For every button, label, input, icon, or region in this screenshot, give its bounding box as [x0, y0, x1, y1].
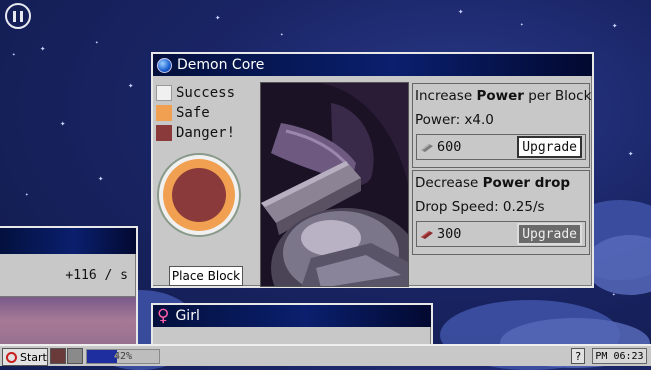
legend-label: Safe	[176, 105, 210, 121]
pause-button[interactable]	[5, 3, 31, 29]
star-decoration: ✦	[40, 44, 46, 54]
window-title: Demon Core	[177, 57, 265, 73]
target-safe-ring	[163, 159, 235, 231]
orb-icon	[157, 57, 172, 73]
demon-core-window: Demon Core Success Safe Danger! Place Bl…	[151, 52, 594, 288]
star-decoration: ✦	[520, 21, 524, 28]
legend-item-success: Success	[156, 83, 235, 103]
female-symbol-icon: ♀	[157, 306, 170, 326]
power-upgrade-panel: Increase Power per Block Power: x4.0 600…	[412, 83, 592, 168]
drop-upgrade-title: Decrease Power drop	[415, 175, 571, 191]
drop-upgrade-shop: 300 Upgrade	[416, 221, 586, 247]
target-danger-core	[172, 168, 226, 222]
star-decoration: ✦	[458, 7, 464, 17]
star-decoration: ✦	[12, 51, 16, 58]
star-decoration: ✦	[60, 119, 66, 129]
progress-bar: 42%	[86, 349, 160, 364]
legend-item-safe: Safe	[156, 103, 235, 123]
swatch-success	[156, 85, 172, 101]
legend-label: Danger!	[176, 125, 236, 141]
help-icon: ?	[574, 349, 582, 363]
taskbar-app-icon[interactable]	[50, 348, 66, 364]
power-upgrade-shop: 600 Upgrade	[416, 134, 586, 160]
power-icon	[6, 351, 17, 363]
demon-core-illustration	[260, 82, 409, 287]
swatch-danger	[156, 125, 172, 141]
star-decoration: ✦	[612, 21, 618, 31]
progress-text: 42%	[113, 351, 133, 362]
taskbar-app-icon[interactable]	[67, 348, 83, 364]
power-upgrade-title: Increase Power per Block	[415, 88, 592, 104]
star-decoration: ✦	[128, 81, 134, 91]
taskbar: Start 42% ? PM 06:23	[0, 344, 651, 366]
star-decoration: ✦	[95, 39, 99, 46]
star-decoration: ✦	[98, 174, 104, 184]
drop-upgrade-button[interactable]: Upgrade	[517, 223, 582, 245]
help-button[interactable]: ?	[571, 348, 585, 364]
power-upgrade-button[interactable]: Upgrade	[517, 136, 582, 158]
timing-target[interactable]	[157, 153, 241, 237]
block-cost-icon	[421, 231, 433, 239]
star-decoration: ✦	[215, 13, 221, 23]
star-decoration: ✦	[280, 31, 284, 38]
window-titlebar[interactable]: Demon Core	[153, 54, 592, 76]
income-rate: +116 / s	[0, 254, 136, 297]
illustration-svg	[261, 83, 408, 286]
start-button[interactable]: Start	[2, 348, 48, 366]
pause-icon	[11, 10, 25, 22]
legend-label: Success	[176, 85, 236, 101]
block-cost-icon	[421, 144, 433, 152]
window-titlebar[interactable]	[0, 228, 136, 254]
clock: PM 06:23	[592, 348, 647, 364]
power-upgrade-cost: 600	[420, 139, 461, 155]
legend-item-danger: Danger!	[156, 123, 235, 143]
start-label: Start	[20, 350, 47, 364]
place-block-button[interactable]: Place Block	[169, 266, 243, 286]
power-stat: Power: x4.0	[415, 112, 494, 128]
zone-legend: Success Safe Danger!	[156, 83, 235, 143]
upgrade-window-partial: +116 / s	[0, 226, 138, 357]
window-titlebar[interactable]: ♀ Girl	[153, 305, 431, 327]
drop-speed-stat: Drop Speed: 0.25/s	[415, 199, 545, 215]
drop-upgrade-panel: Decrease Power drop Drop Speed: 0.25/s 3…	[412, 170, 590, 255]
income-rate-value: +116 / s	[65, 267, 128, 283]
star-decoration: ✦	[628, 149, 634, 159]
window-title: Girl	[175, 308, 200, 324]
swatch-safe	[156, 105, 172, 121]
star-decoration: ✦	[25, 191, 29, 198]
drop-upgrade-cost: 300	[420, 226, 461, 242]
